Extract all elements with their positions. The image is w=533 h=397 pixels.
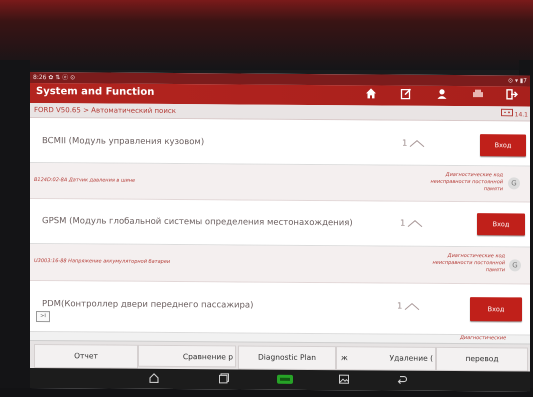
info-icon[interactable]: G	[508, 177, 520, 190]
translate-button[interactable]: перевод	[436, 346, 528, 372]
module-row: GPSM (Модуль глобальной системы определе…	[30, 199, 530, 248]
photo-background-left	[0, 60, 30, 397]
dtc-row: U3003:16-88 Напряжение аккумуляторной ба…	[30, 244, 530, 285]
enter-button[interactable]: Вход	[480, 134, 526, 157]
module-name: BCMII (Модуль управления кузовом)	[42, 136, 205, 148]
dtc-type: Диагностические код неисправности постоя…	[432, 252, 505, 274]
dtc-row: B124D:02-8A Датчик давления в шине Диагн…	[30, 163, 530, 203]
vci-icon[interactable]	[276, 373, 294, 389]
report-button[interactable]: Отчет	[34, 344, 138, 369]
enter-button[interactable]: Вход	[477, 213, 525, 236]
delete-label: Удаление (	[389, 353, 433, 363]
status-time: 8:26	[33, 74, 47, 82]
module-count: 1	[397, 301, 403, 312]
tablet-screen: 8:26 ✿ ⇅ ⓔ ⊙ ⊙ ▾ ▮7 System and Function …	[30, 72, 530, 392]
chevron-up-icon[interactable]	[409, 139, 425, 149]
module-row: PDM(Контроллер двери переднего пассажира…	[30, 281, 530, 336]
chevron-up-icon[interactable]	[407, 219, 423, 229]
delete-prefix: ж	[341, 353, 348, 363]
print-icon[interactable]	[464, 88, 492, 104]
home-nav-icon[interactable]	[148, 372, 160, 388]
status-right: ⊙ ▾ ▮7	[508, 77, 527, 85]
battery-icon	[500, 108, 513, 117]
recent-apps-icon[interactable]	[218, 372, 230, 388]
module-count: 1	[400, 218, 406, 229]
enter-button[interactable]: Вход	[470, 297, 522, 322]
user-icon[interactable]	[428, 88, 456, 104]
delete-codes-button[interactable]: ж Удаление (	[336, 346, 436, 371]
status-icons: ✿ ⇅ ⓔ ⊙	[48, 74, 76, 82]
module-row: BCMII (Модуль управления кузовом) 1 Вход	[30, 118, 530, 167]
dtc-type: Диагностические код неисправности постоя…	[430, 171, 503, 193]
exit-icon[interactable]	[498, 88, 526, 104]
dtc-code: U3003:16-88 Напряжение аккумуляторной ба…	[34, 258, 171, 265]
breadcrumb-text: FORD V50.65 > Автоматический поиск	[34, 106, 176, 116]
home-icon[interactable]	[357, 87, 385, 103]
module-count: 1	[402, 138, 408, 149]
diagnostic-plan-button[interactable]: Diagnostic Plan	[238, 345, 336, 371]
dtc-code: B124D:02-8A Датчик давления в шине	[34, 177, 136, 184]
android-nav-bar	[30, 368, 530, 392]
edit-report-icon[interactable]	[392, 88, 420, 104]
page-title: System and Function	[36, 86, 155, 98]
dtc-type-partial: Диагностические	[460, 335, 507, 342]
photo-background-top	[0, 0, 533, 70]
compare-button[interactable]: Сравнение р	[138, 344, 236, 368]
module-name: GPSM (Модуль глобальной системы определе…	[42, 216, 353, 229]
info-icon[interactable]: G	[509, 259, 521, 272]
module-name: PDM(Контроллер двери переднего пассажира…	[42, 299, 254, 311]
voltage-value: 14.1	[514, 111, 528, 119]
screenshot-icon[interactable]	[338, 373, 350, 389]
collapse-toggle-button[interactable]: >I	[36, 311, 50, 323]
chevron-up-icon[interactable]	[404, 302, 420, 312]
back-icon[interactable]	[396, 374, 408, 390]
